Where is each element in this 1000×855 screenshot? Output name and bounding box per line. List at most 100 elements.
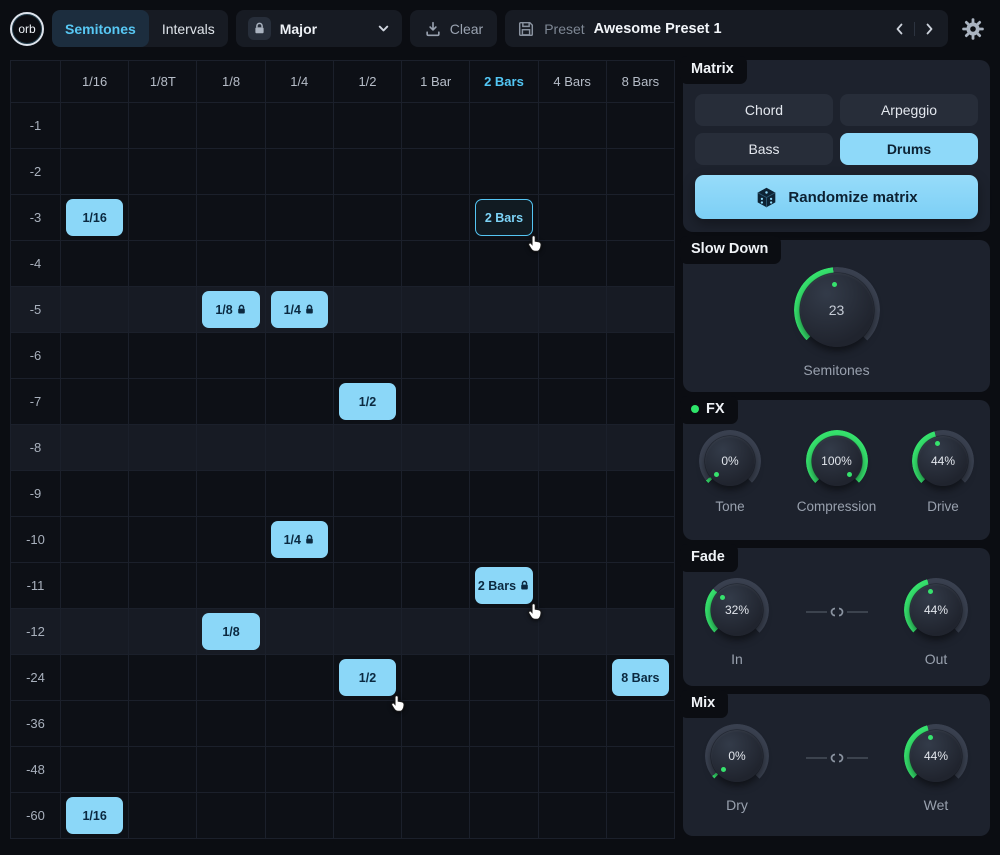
grid-cell[interactable] xyxy=(402,333,470,379)
grid-cell[interactable] xyxy=(197,793,265,839)
active-cell[interactable]: 1/4 xyxy=(271,521,328,558)
active-cell[interactable]: 2 Bars xyxy=(475,199,532,236)
grid-cell[interactable]: 1/2 xyxy=(334,655,402,701)
grid-cell[interactable] xyxy=(607,241,675,287)
settings-button[interactable] xyxy=(956,10,990,47)
grid-cell[interactable] xyxy=(539,701,607,747)
grid-cell[interactable] xyxy=(334,333,402,379)
grid-cell[interactable] xyxy=(470,471,538,517)
grid-cell[interactable] xyxy=(607,793,675,839)
grid-cell[interactable] xyxy=(129,333,197,379)
grid-cell[interactable] xyxy=(539,563,607,609)
unlink-icon[interactable] xyxy=(805,605,869,619)
grid-cell[interactable] xyxy=(539,425,607,471)
grid-cell[interactable] xyxy=(61,655,129,701)
active-cell[interactable]: 1/8 xyxy=(202,613,259,650)
tab-semitones[interactable]: Semitones xyxy=(52,10,149,47)
tab-intervals[interactable]: Intervals xyxy=(149,10,228,47)
grid-cell[interactable]: 1/4 xyxy=(266,517,334,563)
grid-cell[interactable] xyxy=(334,747,402,793)
grid-cell[interactable] xyxy=(197,747,265,793)
matrix-drums-button[interactable]: Drums xyxy=(840,133,978,165)
grid-cell[interactable] xyxy=(129,793,197,839)
grid-cell[interactable] xyxy=(61,103,129,149)
grid-cell[interactable] xyxy=(470,655,538,701)
grid-cell[interactable] xyxy=(334,287,402,333)
grid-cell[interactable] xyxy=(539,609,607,655)
grid-cell[interactable] xyxy=(61,287,129,333)
drive-knob[interactable]: 44% xyxy=(912,430,974,492)
dry-knob[interactable]: 0% xyxy=(705,724,769,788)
grid-cell[interactable] xyxy=(129,287,197,333)
grid-cell[interactable] xyxy=(129,241,197,287)
grid-cell[interactable] xyxy=(266,563,334,609)
scale-dropdown[interactable]: Major xyxy=(236,10,402,47)
grid-cell[interactable] xyxy=(61,701,129,747)
active-cell[interactable]: 1/2 xyxy=(339,659,396,696)
grid-cell[interactable] xyxy=(266,701,334,747)
grid-cell[interactable] xyxy=(402,793,470,839)
grid-cell[interactable] xyxy=(607,563,675,609)
grid-cell[interactable] xyxy=(539,287,607,333)
active-cell[interactable]: 1/2 xyxy=(339,383,396,420)
grid-cell[interactable] xyxy=(334,103,402,149)
grid-cell[interactable] xyxy=(129,655,197,701)
grid-cell[interactable] xyxy=(61,609,129,655)
grid-cell[interactable] xyxy=(266,609,334,655)
column-header-8bars[interactable]: 8 Bars xyxy=(607,61,675,103)
grid-cell[interactable] xyxy=(61,333,129,379)
grid-cell[interactable] xyxy=(61,149,129,195)
grid-cell[interactable] xyxy=(266,655,334,701)
grid-cell[interactable] xyxy=(470,103,538,149)
grid-cell[interactable] xyxy=(129,563,197,609)
matrix-arpeggio-button[interactable]: Arpeggio xyxy=(840,94,978,126)
grid-cell[interactable] xyxy=(607,425,675,471)
grid-cell[interactable] xyxy=(61,425,129,471)
grid-cell[interactable] xyxy=(607,103,675,149)
grid-cell[interactable] xyxy=(129,747,197,793)
grid-cell[interactable] xyxy=(539,793,607,839)
grid-cell[interactable] xyxy=(607,287,675,333)
grid-cell[interactable] xyxy=(402,103,470,149)
grid-cell[interactable] xyxy=(197,103,265,149)
grid-cell[interactable] xyxy=(539,471,607,517)
grid-cell[interactable] xyxy=(539,333,607,379)
grid-cell[interactable] xyxy=(607,379,675,425)
grid-cell[interactable] xyxy=(402,287,470,333)
column-header-4bars[interactable]: 4 Bars xyxy=(539,61,607,103)
grid-cell[interactable] xyxy=(266,425,334,471)
grid-cell[interactable] xyxy=(539,241,607,287)
grid-cell[interactable] xyxy=(197,333,265,379)
grid-cell[interactable] xyxy=(607,747,675,793)
grid-cell[interactable] xyxy=(334,149,402,195)
semitones-knob[interactable]: 23 xyxy=(794,267,880,353)
grid-cell[interactable] xyxy=(197,149,265,195)
grid-cell[interactable] xyxy=(129,609,197,655)
grid-cell[interactable] xyxy=(334,563,402,609)
prev-preset-button[interactable] xyxy=(893,22,907,36)
grid-cell[interactable] xyxy=(197,471,265,517)
unlink-icon[interactable] xyxy=(805,751,869,765)
randomize-matrix-button[interactable]: Randomize matrix xyxy=(695,175,978,219)
grid-cell[interactable] xyxy=(197,241,265,287)
grid-cell[interactable] xyxy=(266,747,334,793)
grid-cell[interactable] xyxy=(402,425,470,471)
grid-cell[interactable] xyxy=(266,103,334,149)
grid-cell[interactable] xyxy=(266,379,334,425)
grid-cell[interactable] xyxy=(539,747,607,793)
grid-cell[interactable] xyxy=(334,471,402,517)
compression-knob[interactable]: 100% xyxy=(806,430,868,492)
active-cell[interactable]: 2 Bars xyxy=(475,567,532,604)
grid-cell[interactable] xyxy=(539,149,607,195)
grid-cell[interactable] xyxy=(129,103,197,149)
wet-knob[interactable]: 44% xyxy=(904,724,968,788)
grid-cell[interactable] xyxy=(539,517,607,563)
grid-cell[interactable] xyxy=(61,379,129,425)
grid-cell[interactable] xyxy=(470,333,538,379)
grid-cell[interactable] xyxy=(334,425,402,471)
grid-cell[interactable] xyxy=(61,517,129,563)
next-preset-button[interactable] xyxy=(922,22,936,36)
grid-cell[interactable]: 1/8 xyxy=(197,287,265,333)
grid-cell[interactable] xyxy=(334,195,402,241)
grid-cell[interactable] xyxy=(129,471,197,517)
